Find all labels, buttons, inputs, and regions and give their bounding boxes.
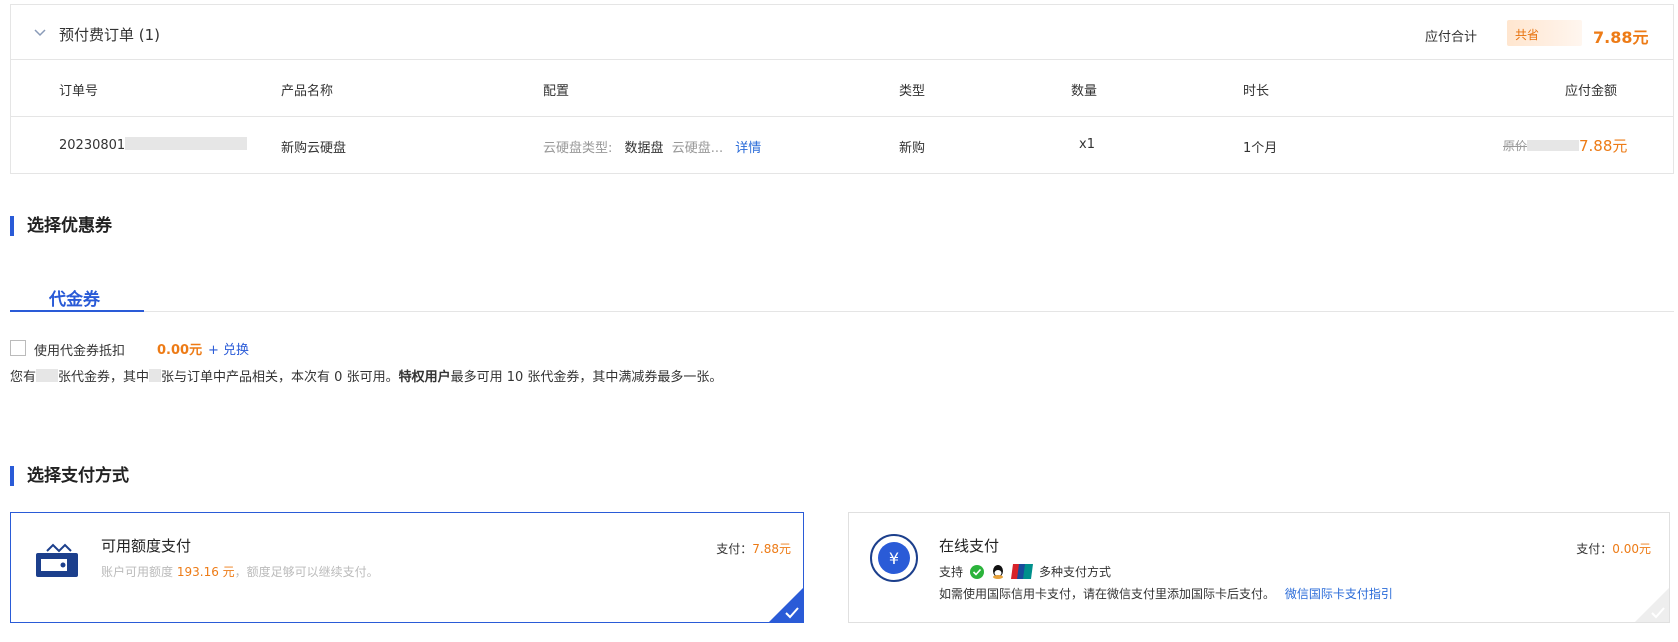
product-name: 新购云硬盘 [281, 141, 347, 156]
online-payment-title: 在线支付 [939, 537, 1000, 555]
order-table-header: 订单号 产品名称 配置 类型 数量 时长 应付金额 [11, 60, 1673, 117]
svg-text:¥: ¥ [889, 549, 899, 568]
order-id-prefix: 20230801 [59, 138, 126, 153]
savings-label: 共省 [1515, 28, 1540, 42]
wechat-icon [970, 564, 985, 579]
config-cell: 云硬盘类型: 数据盘 云硬盘... 详情 [543, 137, 761, 156]
col-amount: 应付金额 [1565, 84, 1618, 99]
order-panel: 预付费订单 (1) 应付合计 共省 7.88元 订单号 产品名称 配置 类型 数… [10, 4, 1674, 174]
tab-divider [10, 311, 1674, 312]
support-label: 支持 [939, 565, 964, 579]
col-type: 类型 [899, 84, 926, 99]
col-qty: 数量 [1071, 84, 1098, 99]
voucher-amount: 0.00元 [157, 343, 203, 358]
col-config: 配置 [543, 84, 570, 99]
supported-methods: 支持 多种支付方式 [939, 563, 1111, 580]
credit-payment-title: 可用额度支付 [101, 537, 192, 555]
unionpay-icon [1011, 564, 1034, 579]
col-order-id: 订单号 [59, 84, 99, 99]
order-type: 新购 [899, 141, 926, 156]
chevron-down-icon[interactable] [33, 27, 47, 37]
voucher-note: 您有 张代金券，其中 张与订单中产品相关，本次有 0 张可用。特权用户最多可用 10… [10, 366, 722, 385]
use-voucher-checkbox[interactable] [10, 340, 26, 356]
note-part-2: 张代金券，其中 [58, 370, 150, 385]
redacted-original-price [1527, 140, 1580, 151]
online-pay-label: 支付： [1576, 542, 1613, 556]
intl-card-guide-link[interactable]: 微信国际卡支付指引 [1285, 587, 1393, 601]
details-link[interactable]: 详情 [735, 141, 761, 156]
coupon-section-title: 选择优惠券 [10, 216, 112, 236]
row-price: 7.88元 [1579, 137, 1628, 155]
config-label: 云硬盘类型: [543, 141, 613, 156]
original-price-label: 原价 [1503, 139, 1528, 153]
credit-pay-label: 支付： [716, 542, 753, 556]
original-price: 原价 [1503, 137, 1580, 154]
redacted-count [149, 369, 162, 382]
order-header[interactable]: 预付费订单 (1) 应付合计 共省 7.88元 [11, 5, 1673, 60]
qq-icon [993, 564, 1004, 579]
tab-voucher[interactable]: 代金券 [49, 285, 100, 310]
redacted-order-id [125, 137, 248, 150]
redacted-count [36, 369, 59, 382]
wallet-icon [36, 543, 78, 577]
total-label: 应付合计 [1425, 30, 1478, 45]
total-amount: 7.88元 [1593, 28, 1649, 47]
table-row: 20230801 新购云硬盘 云硬盘类型: 数据盘 云硬盘... 详情 新购 x… [11, 117, 1673, 173]
credit-desc-suffix: ，额度足够可以继续支付。 [234, 565, 379, 579]
online-pay-amount: 支付：0.00元 [1576, 540, 1651, 557]
credit-payment-desc: 账户可用额度 193.16 元，额度足够可以继续支付。 [101, 563, 379, 580]
note-part-4: 最多可用 10 张代金券，其中满减券最多一张。 [450, 370, 723, 385]
credit-pay-value: 7.88元 [752, 542, 791, 556]
note-part-3: 张与订单中产品相关，本次有 0 张可用。 [161, 370, 399, 385]
col-product: 产品名称 [281, 84, 334, 99]
payment-section-title: 选择支付方式 [10, 466, 129, 486]
credit-balance: 193.16 元 [176, 565, 235, 579]
credit-payment-card[interactable]: 可用额度支付 账户可用额度 193.16 元，额度足够可以继续支付。 支付：7.… [10, 512, 804, 623]
credit-pay-amount: 支付：7.88元 [716, 540, 791, 557]
online-pay-value: 0.00元 [1612, 542, 1651, 556]
config-value: 数据盘 [624, 141, 664, 156]
yuan-icon: ¥ [870, 534, 918, 582]
check-icon [769, 588, 803, 622]
check-icon [1635, 588, 1669, 622]
multi-methods-label: 多种支付方式 [1039, 565, 1112, 579]
use-voucher-label[interactable]: 使用代金券抵扣 [34, 340, 125, 359]
note-privileged-user: 特权用户 [398, 370, 451, 385]
order-qty: x1 [1079, 137, 1095, 152]
order-title: 预付费订单 (1) [59, 26, 161, 44]
online-payment-card[interactable]: ¥ 在线支付 支持 多种支付方式 如需使用国际信用卡支付，请在微信支付里添加国际… [848, 512, 1670, 623]
savings-badge: 共省 [1507, 20, 1582, 46]
order-id: 20230801 [59, 137, 248, 153]
order-duration: 1个月 [1243, 141, 1278, 156]
tab-active-indicator [10, 310, 144, 312]
credit-desc-label: 账户可用额度 [101, 565, 174, 579]
intl-card-note: 如需使用国际信用卡支付，请在微信支付里添加国际卡后支付。 微信国际卡支付指引 [939, 585, 1393, 602]
config-more: 云硬盘... [671, 141, 724, 156]
intl-card-note-text: 如需使用国际信用卡支付，请在微信支付里添加国际卡后支付。 [939, 587, 1276, 601]
exchange-link[interactable]: + 兑换 [208, 339, 249, 358]
note-part-1: 您有 [10, 370, 37, 385]
col-duration: 时长 [1243, 84, 1270, 99]
